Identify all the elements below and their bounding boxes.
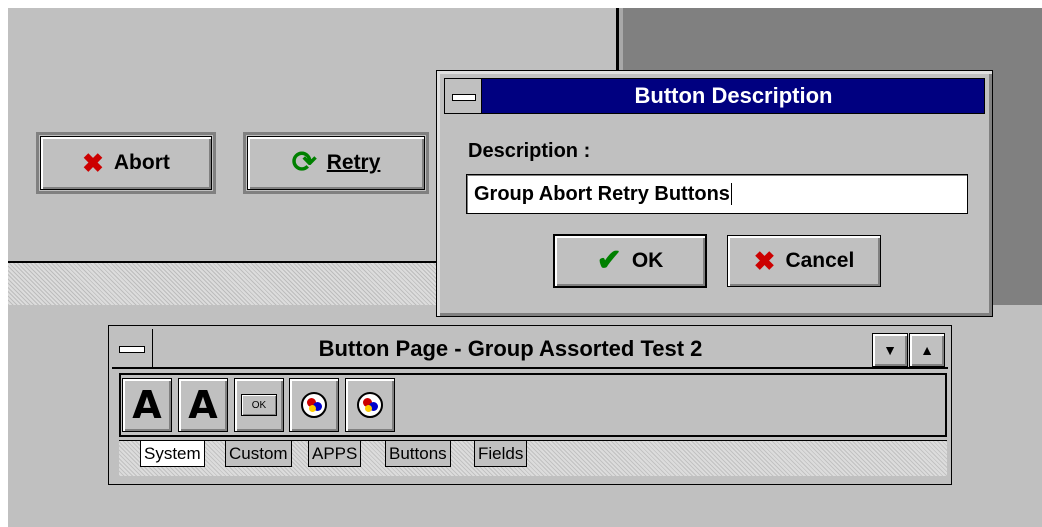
x-icon: ✖ bbox=[753, 246, 776, 276]
tab-system[interactable]: System bbox=[140, 441, 205, 467]
refresh-icon: ⟳ bbox=[291, 146, 317, 179]
cancel-button-label: Cancel bbox=[785, 249, 855, 272]
tab-buttons[interactable]: Buttons bbox=[385, 441, 451, 467]
tab-fields[interactable]: Fields bbox=[474, 441, 528, 467]
toolbox-title: Button Page - Group Assorted Test 2 bbox=[318, 336, 703, 361]
ok-button[interactable]: ✔ OK bbox=[553, 234, 707, 288]
tab-custom[interactable]: Custom bbox=[225, 441, 292, 467]
letter-a-icon: A bbox=[188, 383, 218, 427]
toolbox-system-menu-button[interactable] bbox=[112, 329, 153, 369]
retry-button-label: Retry bbox=[326, 151, 381, 174]
system-menu-icon bbox=[119, 346, 145, 353]
text-caret bbox=[730, 183, 732, 205]
form-hatched-area bbox=[8, 261, 440, 305]
shapes-icon bbox=[301, 392, 327, 418]
ok-button-label: OK bbox=[631, 249, 664, 272]
arrow-down-icon: ▼ bbox=[883, 342, 897, 358]
cancel-button[interactable]: ✖ Cancel bbox=[727, 235, 881, 287]
abort-button[interactable]: ✖ Abort bbox=[36, 132, 216, 194]
tab-label: Buttons bbox=[389, 443, 447, 463]
button-tool[interactable]: OK bbox=[234, 378, 284, 432]
dialog-title: Button Description bbox=[634, 83, 833, 108]
tab-label: Custom bbox=[229, 443, 288, 463]
group-tool-1[interactable] bbox=[289, 378, 339, 432]
description-label: Description : bbox=[468, 140, 591, 162]
x-icon: ✖ bbox=[82, 148, 104, 178]
ok-button-icon: OK bbox=[241, 394, 277, 416]
scroll-down-button[interactable]: ▼ bbox=[872, 333, 908, 367]
tab-label: System bbox=[144, 443, 201, 463]
group-tool-2[interactable] bbox=[345, 378, 395, 432]
tab-label: Fields bbox=[478, 443, 524, 463]
tab-apps[interactable]: APPS bbox=[308, 441, 362, 467]
shapes-icon bbox=[357, 392, 383, 418]
retry-button[interactable]: ⟳ Retry bbox=[243, 132, 429, 194]
text-field-tool[interactable]: A bbox=[178, 378, 228, 432]
letter-a-icon: A bbox=[132, 383, 162, 427]
dialog-system-menu-button[interactable] bbox=[444, 78, 482, 114]
description-input[interactable]: Group Abort Retry Buttons bbox=[466, 174, 968, 214]
tab-label: APPS bbox=[312, 443, 358, 463]
text-label-tool[interactable]: A bbox=[122, 378, 172, 432]
ok-button-icon-label: OK bbox=[251, 399, 267, 411]
abort-button-label: Abort bbox=[113, 151, 170, 174]
arrow-up-icon: ▲ bbox=[920, 342, 934, 358]
description-input-value: Group Abort Retry Buttons bbox=[474, 182, 730, 205]
scroll-up-button[interactable]: ▲ bbox=[909, 333, 945, 367]
checkmark-icon: ✔ bbox=[596, 244, 622, 277]
system-menu-icon bbox=[452, 94, 476, 101]
